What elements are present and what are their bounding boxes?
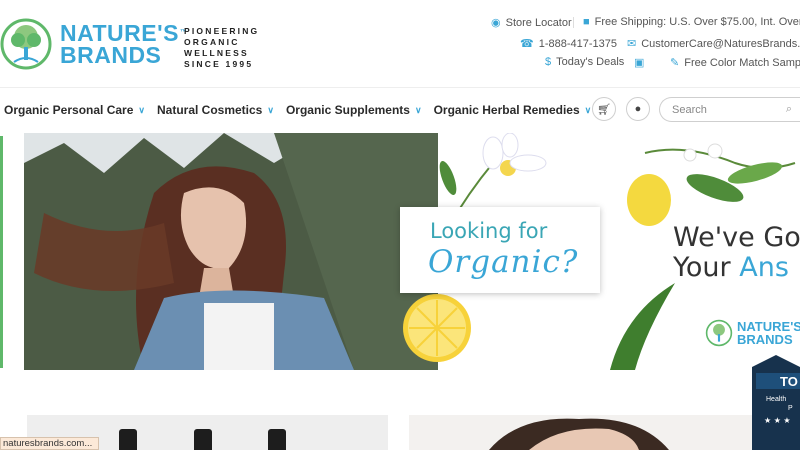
tree-logo-icon xyxy=(0,18,52,70)
search-placeholder: Search xyxy=(672,103,707,116)
hero-prev-slide-edge xyxy=(0,136,24,368)
hero-logo-line2: BRANDS xyxy=(737,332,793,347)
brand-wordmark: NATURE'S™ BRANDS xyxy=(60,20,188,68)
tagline-line: ORGANIC xyxy=(184,37,240,47)
envelope-icon: ✉ xyxy=(627,38,637,50)
utility-divider xyxy=(573,17,574,28)
brand-logo[interactable]: NATURE'S™ BRANDS xyxy=(0,18,187,70)
phone-link[interactable]: ☎ 1-888-417-1375 xyxy=(520,37,617,51)
product-bottle-image xyxy=(194,429,212,450)
hero-brand-logo: NATURE'S BRANDS xyxy=(705,319,800,347)
map-pin-icon: ◉ xyxy=(491,17,501,29)
store-locator-link[interactable]: ◉ Store Locator xyxy=(491,16,572,30)
nav-item-label: Organic Supplements xyxy=(285,103,410,117)
badge-top-text: TO xyxy=(780,374,798,389)
chevron-down-icon: ∨ xyxy=(414,104,422,115)
video-link[interactable]: ▣ xyxy=(634,56,649,69)
color-match-link[interactable]: ✎ Free Color Match Samples xyxy=(670,56,800,70)
phone-number: 1-888-417-1375 xyxy=(538,37,617,50)
tree-logo-icon xyxy=(705,319,733,347)
tagline-line: PIONEERING xyxy=(184,26,260,36)
badge-line3: P xyxy=(788,405,793,412)
email-link[interactable]: ✉ CustomerCare@NaturesBrands.com xyxy=(627,37,800,51)
brand-name-line2: BRANDS xyxy=(60,42,162,68)
nav-item-label: Organic Herbal Remedies xyxy=(433,103,580,117)
hero-headline-accent: Ans xyxy=(739,252,789,283)
nav-item-label: Natural Cosmetics xyxy=(156,103,263,117)
hero-banner[interactable]: Looking for Organic? We've Go Your Ans N… xyxy=(0,133,800,370)
product-bottle-image xyxy=(119,429,137,450)
camera-icon: ▣ xyxy=(634,57,645,69)
chevron-down-icon: ∨ xyxy=(584,104,592,115)
todays-deals-link[interactable]: $ Today's Deals xyxy=(545,56,624,68)
brand-tagline: PIONEERING ORGANIC WELLNESS SINCE 1995 xyxy=(184,26,259,70)
hero-headline-line1: We've Go xyxy=(673,222,800,253)
lemon-slice-illustration xyxy=(403,294,471,362)
email-address: CustomerCare@NaturesBrands.com xyxy=(641,37,800,50)
nav-item-organic-personal-care[interactable]: Organic Personal Care ∨ xyxy=(4,103,145,117)
hero-headline-line2: Your xyxy=(673,252,740,283)
trust-badge[interactable]: TO Health P ★ ★ ★ xyxy=(752,355,800,450)
product-tile-right[interactable] xyxy=(409,415,800,450)
user-icon: ● xyxy=(634,103,642,115)
color-match-label: Free Color Match Samples xyxy=(684,56,800,69)
hero-headline: We've Go Your Ans xyxy=(673,223,800,283)
hero-callout-line1: Looking for xyxy=(430,219,548,243)
chevron-down-icon: ∨ xyxy=(267,104,274,115)
main-nav: Organic Personal Care ∨ Natural Cosmetic… xyxy=(0,96,603,124)
hero-photo xyxy=(24,133,438,370)
nav-item-organic-supplements[interactable]: Organic Supplements ∨ xyxy=(286,103,422,117)
search-icon[interactable]: ⌕ xyxy=(786,103,792,116)
site-header: NATURE'S™ BRANDS PIONEERING ORGANIC WELL… xyxy=(0,0,800,88)
account-button[interactable]: ● xyxy=(626,97,650,121)
search-input[interactable]: Search ⌕ xyxy=(659,97,800,122)
hero-callout-card[interactable]: Looking for Organic? xyxy=(400,207,600,293)
status-bar-url: naturesbrands.com... xyxy=(0,437,100,450)
cart-button[interactable]: 🛒︎ xyxy=(592,97,616,121)
badge-stars-icon: ★ ★ ★ xyxy=(764,416,791,425)
free-shipping-label: Free Shipping: U.S. Over $75.00, Int. Ov… xyxy=(594,16,800,28)
free-shipping-link[interactable]: ■ Free Shipping: U.S. Over $75.00, Int. … xyxy=(583,16,800,28)
nav-item-label: Organic Personal Care xyxy=(4,103,134,117)
store-locator-label: Store Locator xyxy=(505,16,572,29)
hero-callout-line2: Organic? xyxy=(428,244,579,280)
badge-sub-text: Health xyxy=(766,396,786,403)
todays-deals-label: Today's Deals xyxy=(556,56,625,68)
model-photo-image xyxy=(489,418,669,450)
phone-icon: ☎ xyxy=(520,38,534,50)
truck-icon: ■ xyxy=(583,16,590,28)
dollar-icon: $ xyxy=(545,56,552,68)
nav-item-organic-herbal-remedies[interactable]: Organic Herbal Remedies ∨ xyxy=(434,103,592,117)
cart-icon: 🛒︎ xyxy=(597,103,611,116)
chevron-down-icon: ∨ xyxy=(138,104,145,115)
brush-icon: ✎ xyxy=(670,57,680,69)
nav-item-natural-cosmetics[interactable]: Natural Cosmetics ∨ xyxy=(157,103,274,117)
product-bottle-image xyxy=(268,429,286,450)
tagline-line: WELLNESS xyxy=(184,48,249,58)
hero-photo-image xyxy=(24,133,438,370)
tagline-line: SINCE 1995 xyxy=(184,59,254,69)
